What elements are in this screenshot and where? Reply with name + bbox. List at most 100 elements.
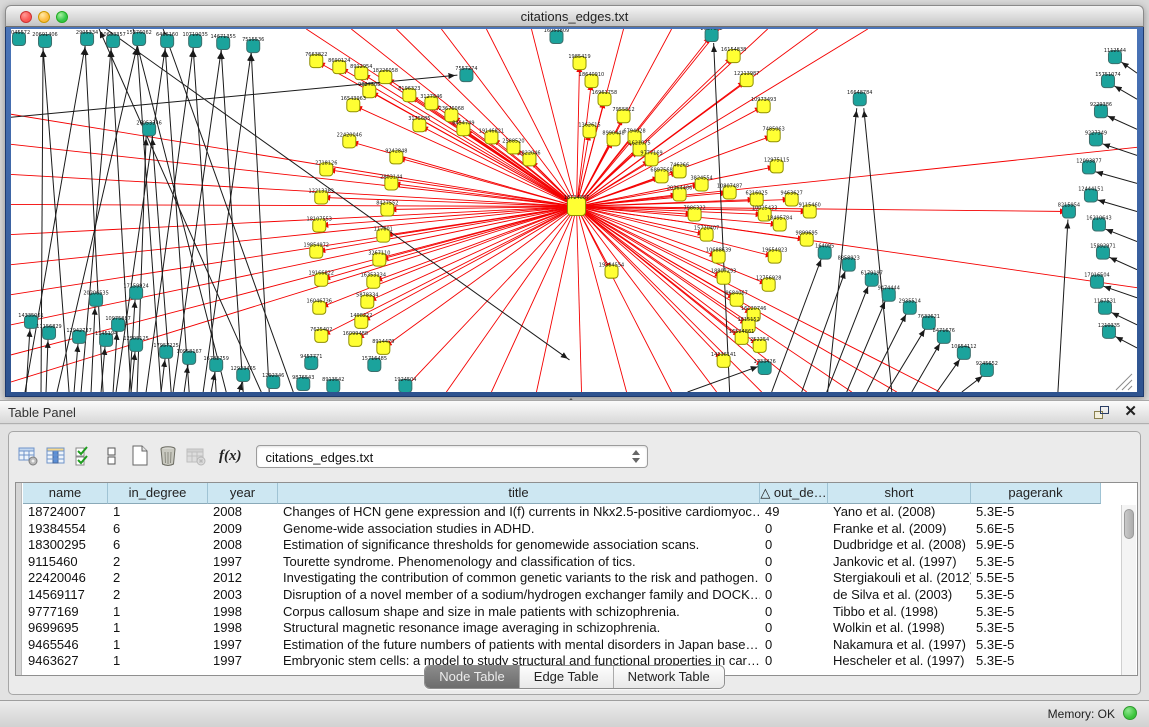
network-node-label: 1210335 xyxy=(1098,323,1120,329)
network-edge[interactable] xyxy=(1114,336,1137,348)
network-edge[interactable] xyxy=(1058,220,1068,392)
network-edge[interactable] xyxy=(867,313,907,392)
network-node-label: 18724007 xyxy=(564,195,589,201)
network-edge[interactable] xyxy=(1101,143,1137,155)
column-header-short[interactable]: short xyxy=(828,483,971,504)
table-cell: 5.5E-5 xyxy=(971,570,1101,587)
network-node-label: 9474444 xyxy=(878,286,900,292)
network-edge[interactable] xyxy=(91,306,95,392)
network-edge[interactable] xyxy=(962,375,984,392)
network-edge[interactable] xyxy=(446,206,576,392)
network-node-label: 8690124 xyxy=(328,58,350,64)
network-edge[interactable] xyxy=(847,300,886,392)
network-node-label: 17016504 xyxy=(1084,273,1109,279)
table-row[interactable]: 1938455462009Genome-wide association stu… xyxy=(23,521,1101,538)
network-edge[interactable] xyxy=(577,206,754,314)
network-edge[interactable] xyxy=(1102,286,1137,298)
memory-ok-indicator[interactable] xyxy=(1123,706,1137,720)
network-edge[interactable] xyxy=(577,206,627,392)
network-edge[interactable] xyxy=(26,328,30,392)
network-node-label: 9229386 xyxy=(1090,102,1112,108)
table-vertical-scrollbar[interactable] xyxy=(1121,505,1136,675)
table-settings-icon[interactable] xyxy=(15,443,41,469)
network-edge[interactable] xyxy=(211,371,215,392)
network-edge[interactable] xyxy=(239,381,242,392)
network-edge[interactable] xyxy=(441,29,576,206)
network-edge[interactable] xyxy=(1108,257,1137,270)
table-row[interactable]: 946554611997Estimation of the future num… xyxy=(23,637,1101,654)
column-header-title[interactable]: title xyxy=(278,483,760,504)
network-edge[interactable] xyxy=(1106,115,1137,129)
new-table-icon[interactable] xyxy=(127,443,153,469)
network-edge[interactable] xyxy=(864,108,892,392)
network-edge[interactable] xyxy=(937,358,961,392)
network-edge[interactable] xyxy=(577,206,1069,211)
tab-edge-table[interactable]: Edge Table xyxy=(520,666,614,688)
network-edge[interactable] xyxy=(1120,61,1137,73)
import-table-icon[interactable] xyxy=(183,443,209,469)
column-header-pagerank[interactable]: pagerank xyxy=(971,483,1101,504)
network-edge[interactable] xyxy=(11,174,577,206)
network-edge[interactable] xyxy=(46,339,48,392)
network-edge[interactable] xyxy=(161,358,165,392)
table-row[interactable]: 1830029562008Estimation of significance … xyxy=(23,537,1101,554)
column-header-name[interactable]: name xyxy=(23,483,108,504)
network-edge[interactable] xyxy=(491,206,576,392)
column-header-year[interactable]: year xyxy=(208,483,278,504)
network-edge[interactable] xyxy=(577,206,582,392)
row-height-icon[interactable] xyxy=(99,443,125,469)
network-edge[interactable] xyxy=(41,48,43,392)
table-cell: 5.3E-5 xyxy=(971,637,1101,654)
network-edge[interactable] xyxy=(828,108,857,392)
network-edge[interactable] xyxy=(1096,199,1137,211)
scrollbar-thumb[interactable] xyxy=(1124,509,1134,539)
resize-grip[interactable] xyxy=(1116,374,1132,390)
table-row[interactable]: 2242004622012Investigating the contribut… xyxy=(23,570,1101,587)
tab-node-table[interactable]: Node Table xyxy=(425,666,520,688)
column-header-out_de[interactable]: △ out_de… xyxy=(760,483,828,504)
network-edge[interactable] xyxy=(373,206,576,281)
network-edge[interactable] xyxy=(577,206,717,392)
table-selector-dropdown[interactable]: citations_edges.txt xyxy=(256,445,648,468)
function-builder-icon[interactable]: f(x) xyxy=(219,448,242,465)
table-row[interactable]: 1872400712008Changes of HCN gene express… xyxy=(23,504,1101,521)
table-row[interactable]: 1456911722003Disruption of a novel membe… xyxy=(23,587,1101,604)
citation-network-graph[interactable]: 9045572206914062905334106533571527606264… xyxy=(11,29,1137,392)
network-edge[interactable] xyxy=(577,56,734,206)
network-edge[interactable] xyxy=(165,48,189,392)
network-edge[interactable] xyxy=(146,48,193,392)
network-node-label: 17159924 xyxy=(123,284,148,290)
delete-table-icon[interactable] xyxy=(155,443,181,469)
network-edge[interactable] xyxy=(577,206,760,345)
table-row[interactable]: 911546021997Tourette syndrome. Phenomeno… xyxy=(23,554,1101,571)
tab-network-table[interactable]: Network Table xyxy=(614,666,724,688)
table-row[interactable]: 977716911998Corpus callosum shape and si… xyxy=(23,604,1101,621)
network-edge[interactable] xyxy=(137,136,146,392)
network-canvas[interactable]: 9045572206914062905334106533571527606264… xyxy=(11,29,1137,392)
network-edge[interactable] xyxy=(11,204,577,206)
table-row[interactable]: 969969511998Structural magnetic resonanc… xyxy=(23,620,1101,637)
network-node-label: 18226058 xyxy=(373,68,398,74)
network-node-label: 2718126 xyxy=(315,160,337,166)
network-edge[interactable] xyxy=(1104,229,1137,242)
network-edge[interactable] xyxy=(912,342,941,392)
network-edge[interactable] xyxy=(163,29,293,392)
network-edge[interactable] xyxy=(184,364,188,392)
network-edge[interactable] xyxy=(113,331,117,392)
network-edge[interactable] xyxy=(401,206,576,392)
network-edge[interactable] xyxy=(1094,171,1137,183)
close-panel-icon[interactable]: ✕ xyxy=(1124,403,1137,421)
window-titlebar[interactable]: citations_edges.txt xyxy=(5,5,1144,27)
select-rows-icon[interactable] xyxy=(71,443,97,469)
column-header-in_degree[interactable]: in_degree xyxy=(108,483,208,504)
table-column-icon[interactable] xyxy=(43,443,69,469)
network-edge[interactable] xyxy=(43,48,69,392)
network-edge[interactable] xyxy=(887,328,926,392)
network-edge[interactable] xyxy=(74,343,78,392)
network-edge[interactable] xyxy=(326,169,576,206)
network-edge[interactable] xyxy=(383,206,576,347)
float-panel-icon[interactable] xyxy=(1094,406,1109,419)
network-node-label: 3267110 xyxy=(368,251,390,257)
network-edge[interactable] xyxy=(1113,85,1137,99)
network-edge[interactable] xyxy=(361,206,576,321)
